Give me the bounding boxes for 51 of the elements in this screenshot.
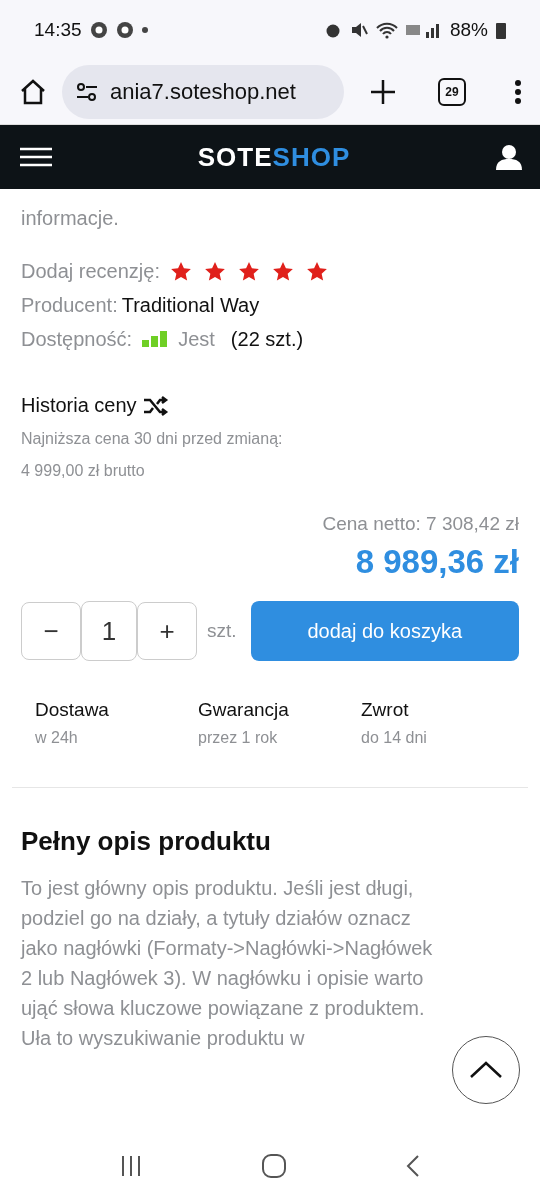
feature-title: Gwarancja bbox=[198, 699, 290, 721]
user-icon[interactable] bbox=[496, 144, 522, 170]
clock: 14:35 bbox=[34, 19, 82, 41]
feature-subtitle: w 24h bbox=[35, 729, 79, 747]
mute-icon bbox=[349, 21, 368, 39]
description-text: informacje. bbox=[21, 207, 120, 230]
lowest-price: 4 999,00 zł brutto bbox=[21, 461, 146, 481]
chevron-up-icon[interactable] bbox=[469, 1061, 503, 1079]
availability-value: Jest bbox=[178, 327, 215, 351]
feature-title: Dostawa bbox=[35, 699, 110, 721]
home-button-icon[interactable] bbox=[262, 1154, 286, 1178]
star-icon[interactable] bbox=[305, 260, 328, 282]
browser-icon bbox=[89, 21, 108, 39]
battery-level: 88% bbox=[449, 19, 488, 41]
net-price: Cena netto: 7 308,42 zł bbox=[321, 513, 519, 535]
producer-label: Producent: bbox=[21, 293, 118, 317]
star-icon[interactable] bbox=[271, 260, 294, 282]
tab-count-button[interactable]: 29 bbox=[438, 78, 466, 106]
back-icon[interactable] bbox=[406, 1154, 420, 1178]
stock-bars-icon bbox=[142, 331, 169, 347]
description-text: To jest główny opis produktu. Jeśli jest długi, podziel go na działy, a tytuły działów oznacz jako nagłówki (Formaty->Nagłówki->Nagłówek 2 lub Nagłówek 3). W nagłówku i opisie warto ująć słowa kluczowe powiązane z produktem. Uła to wyszukiwanie produktu w bbox=[21, 876, 434, 1051]
stock-count: (22 szt.) bbox=[230, 327, 304, 351]
browser-icon bbox=[115, 21, 134, 39]
menu-icon[interactable] bbox=[514, 79, 522, 105]
availability-label: Dostępność: bbox=[21, 327, 133, 351]
menu-icon[interactable] bbox=[20, 147, 52, 167]
star-icon[interactable] bbox=[169, 260, 192, 282]
gross-price: 8 989,36 zł bbox=[354, 543, 519, 581]
site-settings-icon[interactable] bbox=[76, 82, 98, 102]
wifi-icon bbox=[375, 21, 398, 39]
star-icon[interactable] bbox=[203, 260, 226, 282]
battery-icon bbox=[496, 21, 506, 39]
increase-button[interactable]: + bbox=[137, 602, 197, 660]
new-tab-icon[interactable] bbox=[370, 79, 396, 105]
unit-label: szt. bbox=[207, 620, 237, 642]
dot-icon bbox=[141, 27, 148, 33]
decrease-button[interactable]: − bbox=[21, 602, 81, 660]
lowest-price-note: Najniższa cena 30 dni przed zmianą: bbox=[21, 429, 284, 449]
feature-subtitle: przez 1 rok bbox=[198, 729, 279, 747]
section-heading: Pełny opis produktu bbox=[21, 826, 272, 857]
producer-link[interactable]: Traditional Way bbox=[121, 293, 260, 317]
recent-apps-icon[interactable] bbox=[120, 1155, 142, 1177]
address-bar[interactable]: ania7.soteshop.net bbox=[62, 65, 344, 119]
star-icon[interactable] bbox=[237, 260, 260, 282]
feature-subtitle: do 14 dni bbox=[361, 729, 428, 747]
quantity-field[interactable]: 1 bbox=[81, 601, 137, 661]
logo[interactable]: SOTESHOP bbox=[197, 141, 351, 173]
review-label: Dodaj recenzję: bbox=[21, 259, 160, 283]
shuffle-icon[interactable] bbox=[142, 395, 169, 416]
price-history-title[interactable]: Historia ceny bbox=[21, 394, 137, 417]
feature-title: Zwrot bbox=[361, 699, 410, 721]
